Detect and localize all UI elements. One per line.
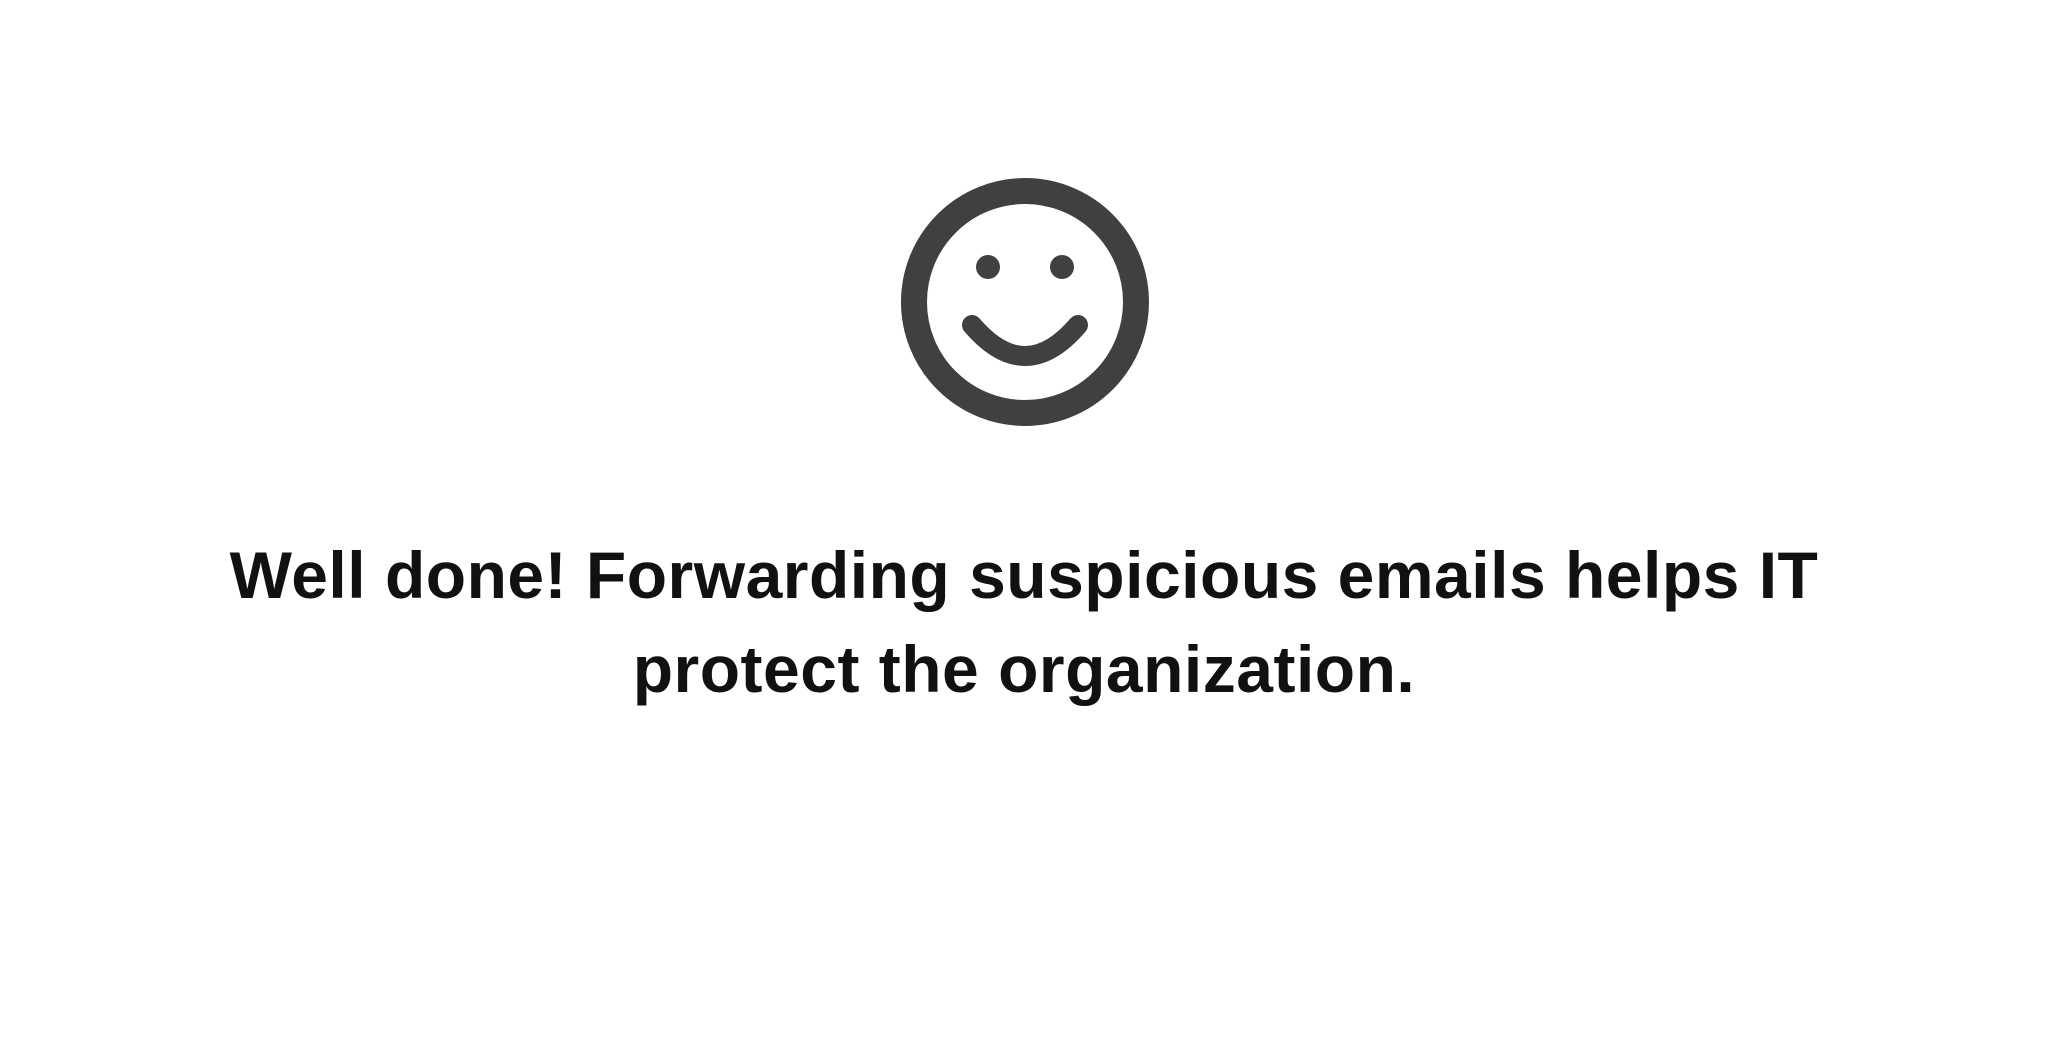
smiley-face-icon bbox=[901, 178, 1149, 426]
smiley-right-eye bbox=[1050, 255, 1074, 279]
success-message-line-1: Well done! Forwarding suspicious emails … bbox=[229, 538, 1819, 612]
smiley-mouth bbox=[962, 315, 1088, 366]
success-message: Well done! Forwarding suspicious emails … bbox=[0, 528, 2048, 716]
feedback-screen: Well done! Forwarding suspicious emails … bbox=[0, 0, 2048, 1055]
smiley-face-outline bbox=[901, 178, 1149, 426]
smiley-left-eye bbox=[976, 255, 1000, 279]
success-message-line-2: protect the organization. bbox=[632, 632, 1416, 706]
